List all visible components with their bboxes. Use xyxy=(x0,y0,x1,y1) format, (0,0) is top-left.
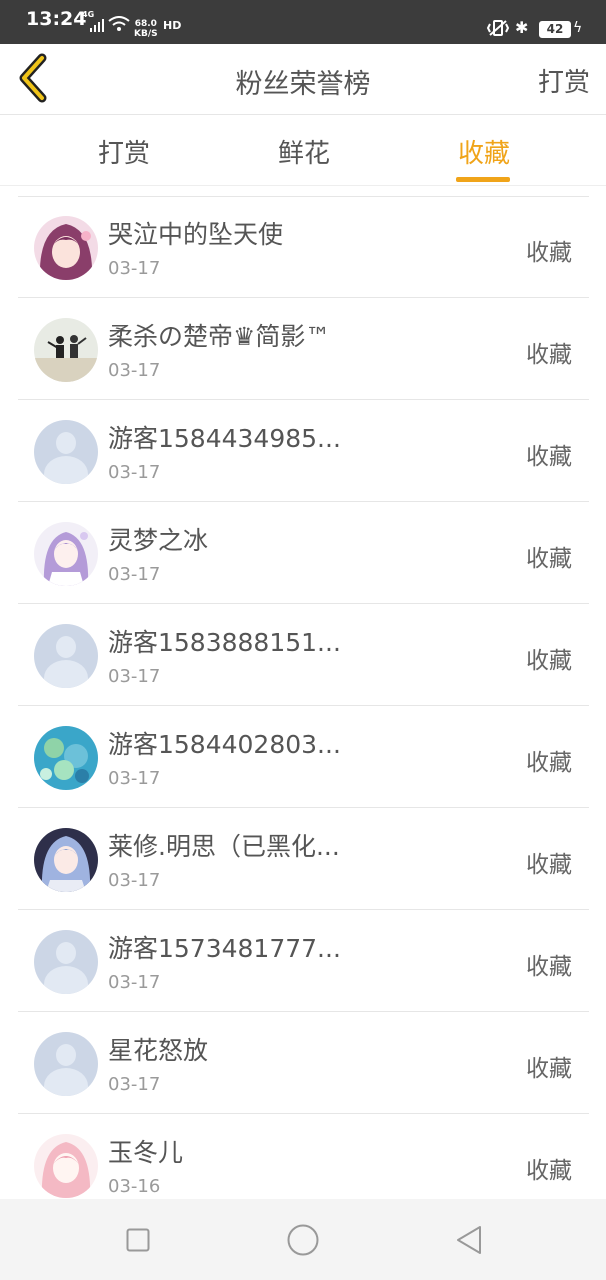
fan-name: 游客1584434985... xyxy=(108,424,341,453)
favorite-label: 收藏 xyxy=(526,750,572,776)
back-nav-button[interactable] xyxy=(455,1225,483,1259)
tab-flowers[interactable]: 鲜花 xyxy=(278,133,330,170)
fan-date: 03-17 xyxy=(108,564,161,585)
list-item[interactable]: 游客1584434985... 03-17 收藏 xyxy=(18,401,589,502)
fan-name: 莱修.明思（已黑化... xyxy=(108,832,340,861)
wifi-icon xyxy=(108,16,130,36)
favorite-label: 收藏 xyxy=(526,1056,572,1082)
favorite-label: 收藏 xyxy=(526,648,572,674)
default-user-avatar xyxy=(34,1032,98,1096)
status-bar: 13:24 4G 68.0 KB/S HD ✱ 42 ϟ xyxy=(0,0,606,44)
fan-date: 03-17 xyxy=(108,972,161,993)
list-item[interactable]: 游客1584402803... 03-17 收藏 xyxy=(18,707,589,808)
header: 粉丝荣誉榜 打赏 xyxy=(0,44,606,115)
tab-favorites[interactable]: 收藏 xyxy=(458,133,510,170)
tab-tip[interactable]: 打赏 xyxy=(98,133,150,170)
avatar xyxy=(34,1134,98,1198)
default-user-avatar xyxy=(34,930,98,994)
list-item[interactable]: 柔杀の楚帝♛简影™ 03-17 收藏 xyxy=(18,299,589,400)
favorite-label: 收藏 xyxy=(526,546,572,572)
fan-name: 游客1583888151... xyxy=(108,628,341,657)
default-user-avatar xyxy=(34,624,98,688)
circle-icon xyxy=(287,1224,319,1256)
page-title: 粉丝荣誉榜 xyxy=(235,69,371,100)
favorite-label: 收藏 xyxy=(526,240,572,266)
home-button[interactable] xyxy=(287,1224,319,1260)
triangle-back-icon xyxy=(457,1226,481,1254)
speed-unit: KB/S xyxy=(134,29,158,39)
fan-date: 03-17 xyxy=(108,1074,161,1095)
avatar xyxy=(34,522,98,586)
fan-list[interactable]: 哭泣中的坠天使 03-17 收藏 柔杀の楚帝♛简影™ 03-17 收藏 游客15… xyxy=(18,196,589,1200)
favorite-label: 收藏 xyxy=(526,954,572,980)
list-item[interactable]: 星花怒放 03-17 收藏 xyxy=(18,1013,589,1114)
charging-icon: ϟ xyxy=(573,20,583,36)
list-item[interactable]: 玉冬儿 03-16 收藏 xyxy=(18,1115,589,1200)
favorite-label: 收藏 xyxy=(526,1158,572,1184)
avatar xyxy=(34,216,98,280)
network-speed: 68.0 KB/S xyxy=(134,19,158,39)
favorite-label: 收藏 xyxy=(526,444,572,470)
fan-name: 玉冬儿 xyxy=(108,1138,184,1167)
fan-name: 游客1584402803... xyxy=(108,730,341,759)
fan-date: 03-17 xyxy=(108,360,161,381)
avatar xyxy=(34,318,98,382)
fan-name: 游客1573481777... xyxy=(108,934,341,963)
list-item[interactable]: 莱修.明思（已黑化... 03-17 收藏 xyxy=(18,809,589,910)
vibrate-icon xyxy=(486,20,510,40)
tip-button[interactable]: 打赏 xyxy=(538,62,590,99)
fan-name: 哭泣中的坠天使 xyxy=(108,220,284,249)
hd-indicator: HD xyxy=(163,19,182,32)
fan-date: 03-17 xyxy=(108,870,161,891)
list-item[interactable]: 哭泣中的坠天使 03-17 收藏 xyxy=(18,197,589,298)
favorite-label: 收藏 xyxy=(526,852,572,878)
recents-button[interactable] xyxy=(126,1228,150,1256)
list-item[interactable]: 游客1583888151... 03-17 收藏 xyxy=(18,605,589,706)
fan-date: 03-17 xyxy=(108,258,161,279)
fan-name: 灵梦之冰 xyxy=(108,526,209,555)
battery-level: 42 xyxy=(539,21,571,38)
fan-date: 03-17 xyxy=(108,768,161,789)
favorite-label: 收藏 xyxy=(526,342,572,368)
active-tab-indicator xyxy=(456,177,510,182)
square-icon xyxy=(126,1228,150,1252)
system-navigation-bar xyxy=(0,1199,606,1280)
status-time: 13:24 xyxy=(26,8,87,30)
default-user-avatar xyxy=(34,420,98,484)
fan-name: 柔杀の楚帝♛简影™ xyxy=(108,322,331,351)
avatar xyxy=(34,726,98,790)
list-item[interactable]: 游客1573481777... 03-17 收藏 xyxy=(18,911,589,1012)
avatar xyxy=(34,828,98,892)
fan-name: 星花怒放 xyxy=(108,1036,209,1065)
fan-date: 03-16 xyxy=(108,1176,161,1197)
speed-value: 68.0 xyxy=(134,19,157,29)
list-item[interactable]: 灵梦之冰 03-17 收藏 xyxy=(18,503,589,604)
bluetooth-icon: ✱ xyxy=(515,18,529,37)
signal-icon xyxy=(90,18,104,37)
fan-date: 03-17 xyxy=(108,666,161,687)
fan-date: 03-17 xyxy=(108,462,161,483)
tab-bar: 打赏 鲜花 收藏 xyxy=(0,115,606,186)
